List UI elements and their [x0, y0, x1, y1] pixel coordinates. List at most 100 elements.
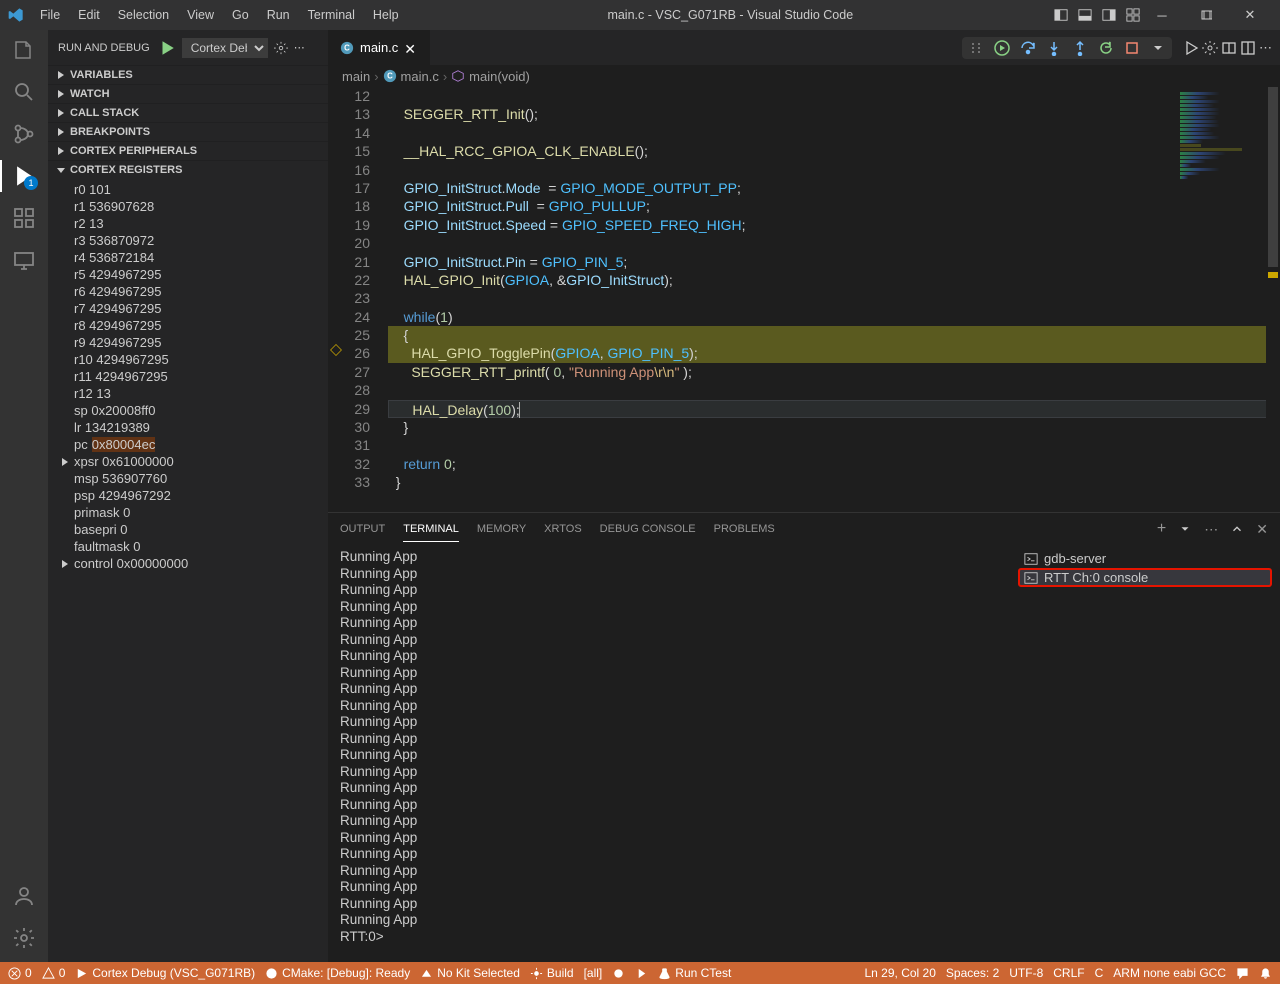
source-control-icon[interactable] [12, 122, 36, 146]
panel-tab-terminal[interactable]: TERMINAL [403, 517, 459, 542]
status-spaces[interactable]: Spaces: 2 [946, 966, 999, 980]
status-run[interactable] [635, 967, 648, 980]
section-breakpoints[interactable]: BREAKPOINTS [48, 123, 328, 141]
register-basepri[interactable]: basepri 0 [74, 521, 328, 538]
status-ctest[interactable]: Run CTest [658, 966, 731, 980]
status-errors[interactable]: 0 0 [8, 966, 65, 980]
panel-tab-problems[interactable]: PROBLEMS [714, 517, 775, 541]
run-file-icon[interactable] [1183, 40, 1199, 56]
panel-toggle-icon[interactable] [1078, 8, 1092, 22]
terminal-item-gdb[interactable]: gdb-server [1018, 549, 1272, 568]
tab-close-icon[interactable]: ✕ [404, 41, 418, 55]
restart-icon[interactable] [1098, 40, 1114, 56]
panel-maximize-icon[interactable] [1230, 522, 1244, 536]
start-debug-icon[interactable] [158, 39, 176, 57]
register-r7[interactable]: r7 4294967295 [74, 300, 328, 317]
minimap[interactable] [1176, 87, 1266, 237]
breadcrumb[interactable]: main› C main.c› main(void) [328, 65, 1280, 87]
menu-run[interactable]: Run [259, 4, 298, 26]
step-out-icon[interactable] [1072, 40, 1088, 56]
section-peripherals[interactable]: CORTEX PERIPHERALS [48, 142, 328, 160]
register-r5[interactable]: r5 4294967295 [74, 266, 328, 283]
status-cmake[interactable]: CMake: [Debug]: Ready [265, 966, 410, 980]
editor-more-icon[interactable]: ⋯ [1259, 40, 1272, 56]
status-bell-icon[interactable] [1259, 967, 1272, 980]
settings-gear-icon[interactable] [274, 41, 288, 55]
accounts-icon[interactable] [12, 884, 36, 908]
panel-tab-output[interactable]: OUTPUT [340, 517, 385, 541]
layout-toggle-icon[interactable] [1054, 8, 1068, 22]
register-r1[interactable]: r1 536907628 [74, 198, 328, 215]
menu-terminal[interactable]: Terminal [300, 4, 363, 26]
register-faultmask[interactable]: faultmask 0 [74, 538, 328, 555]
register-r8[interactable]: r8 4294967295 [74, 317, 328, 334]
open-changes-icon[interactable] [1221, 40, 1237, 56]
register-msp[interactable]: msp 536907760 [74, 470, 328, 487]
register-r2[interactable]: r2 13 [74, 215, 328, 232]
terminal-item-rtt[interactable]: RTT Ch:0 console [1018, 568, 1272, 587]
window-close[interactable]: ✕ [1228, 0, 1272, 30]
window-maximize[interactable] [1184, 0, 1228, 30]
status-target[interactable]: [all] [584, 966, 603, 980]
menu-go[interactable]: Go [224, 4, 257, 26]
new-terminal-icon[interactable]: + [1157, 520, 1166, 538]
register-r11[interactable]: r11 4294967295 [74, 368, 328, 385]
register-pc[interactable]: pc 0x80004ec [74, 436, 328, 453]
step-into-icon[interactable] [1046, 40, 1062, 56]
status-compiler[interactable]: ARM none eabi GCC [1113, 966, 1226, 980]
terminal-dropdown-icon[interactable] [1178, 522, 1192, 536]
extensions-icon[interactable] [12, 206, 36, 230]
panel-tab-debugconsole[interactable]: DEBUG CONSOLE [600, 517, 696, 541]
status-build[interactable]: Build [530, 966, 574, 980]
register-psp[interactable]: psp 4294967292 [74, 487, 328, 504]
editor-scrollbar[interactable] [1266, 87, 1280, 512]
register-control[interactable]: control 0x00000000 [74, 555, 328, 572]
menu-selection[interactable]: Selection [110, 4, 177, 26]
continue-icon[interactable] [994, 40, 1010, 56]
run-debug-icon[interactable]: 1 [12, 164, 36, 188]
explorer-icon[interactable] [12, 38, 36, 62]
register-r10[interactable]: r10 4294967295 [74, 351, 328, 368]
sidebar-right-toggle-icon[interactable] [1102, 8, 1116, 22]
tab-main-c[interactable]: C main.c ✕ [328, 30, 431, 65]
status-cursor-pos[interactable]: Ln 29, Col 20 [865, 966, 936, 980]
status-feedback-icon[interactable] [1236, 967, 1249, 980]
window-minimize[interactable]: ─ [1140, 0, 1184, 30]
code-editor[interactable]: 1213141516171819202122232425262728293031… [328, 87, 1280, 512]
step-over-icon[interactable] [1020, 40, 1036, 56]
status-language[interactable]: C [1095, 966, 1104, 980]
debug-config-select[interactable]: Cortex Deb [182, 38, 268, 58]
remote-icon[interactable] [12, 248, 36, 272]
toolbar-chevron-down-icon[interactable] [1150, 40, 1166, 56]
stop-icon[interactable] [1124, 40, 1140, 56]
menu-edit[interactable]: Edit [70, 4, 108, 26]
section-callstack[interactable]: CALL STACK [48, 104, 328, 122]
debug-gear-icon[interactable] [1202, 40, 1218, 56]
menu-file[interactable]: File [32, 4, 68, 26]
status-debug-config[interactable]: Cortex Debug (VSC_G071RB) [75, 966, 255, 980]
drag-handle-icon[interactable] [968, 40, 984, 56]
register-r12[interactable]: r12 13 [74, 385, 328, 402]
register-r9[interactable]: r9 4294967295 [74, 334, 328, 351]
register-r4[interactable]: r4 536872184 [74, 249, 328, 266]
menu-help[interactable]: Help [365, 4, 407, 26]
section-variables[interactable]: VARIABLES [48, 66, 328, 84]
panel-tab-xrtos[interactable]: XRTOS [544, 517, 582, 541]
search-icon[interactable] [12, 80, 36, 104]
register-r0[interactable]: r0 101 [74, 181, 328, 198]
more-icon[interactable]: ⋯ [294, 41, 305, 54]
status-debug-launch[interactable] [612, 967, 625, 980]
status-eol[interactable]: CRLF [1053, 966, 1084, 980]
register-xpsr[interactable]: xpsr 0x61000000 [74, 453, 328, 470]
customize-layout-icon[interactable] [1126, 8, 1140, 22]
register-lr[interactable]: lr 134219389 [74, 419, 328, 436]
register-primask[interactable]: primask 0 [74, 504, 328, 521]
panel-close-icon[interactable]: ✕ [1256, 521, 1268, 538]
status-kit[interactable]: No Kit Selected [420, 966, 520, 980]
panel-tab-memory[interactable]: MEMORY [477, 517, 526, 541]
register-r3[interactable]: r3 536870972 [74, 232, 328, 249]
terminal-output[interactable]: Running AppRunning AppRunning AppRunning… [328, 545, 1010, 962]
section-watch[interactable]: WATCH [48, 85, 328, 103]
register-r6[interactable]: r6 4294967295 [74, 283, 328, 300]
settings-icon[interactable] [12, 926, 36, 950]
